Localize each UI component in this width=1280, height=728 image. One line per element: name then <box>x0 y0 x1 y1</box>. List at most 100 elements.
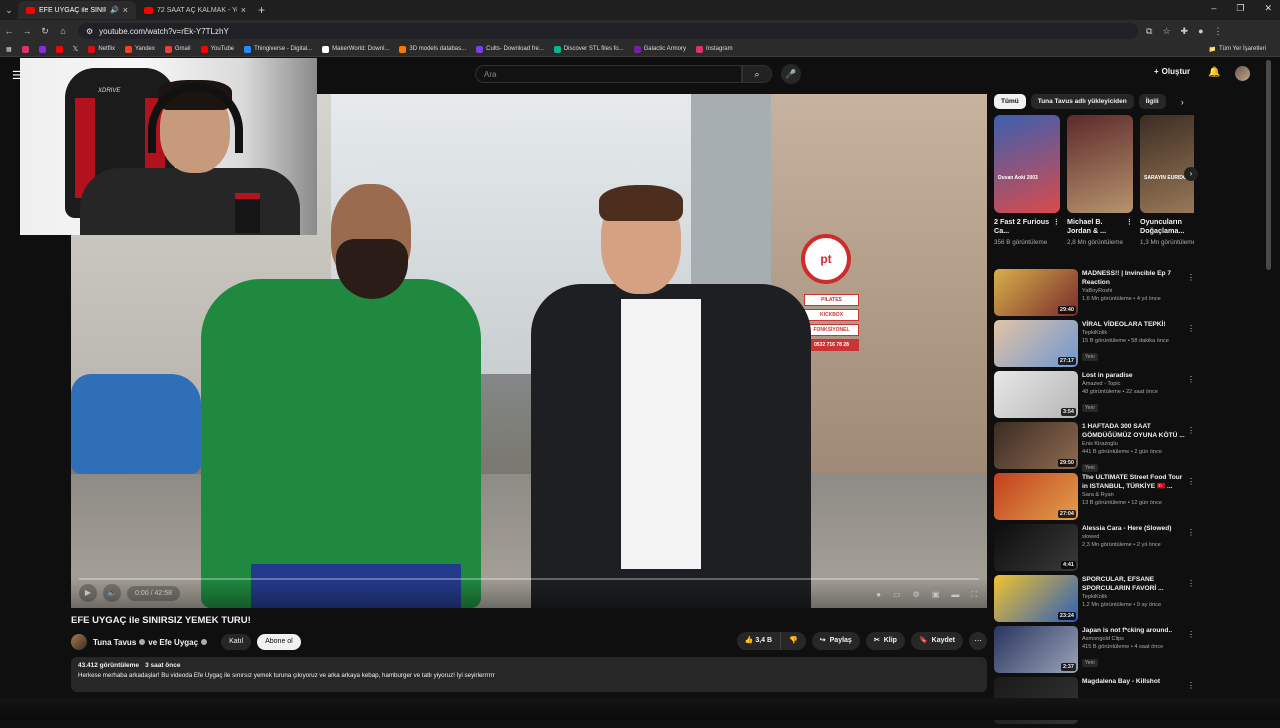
bookmark-instagram[interactable]: Instagram <box>695 45 733 53</box>
bookmark-galactic-armory[interactable]: Galactic Armory <box>633 45 686 53</box>
video-channel[interactable]: Sara & Ryan <box>1082 491 1186 499</box>
bookmark-thingiverse[interactable]: Thingiverse - Digital... <box>244 45 312 53</box>
video-channel[interactable]: Asmongold Clips <box>1082 635 1186 643</box>
maximize-icon[interactable]: ❐ <box>1236 3 1244 14</box>
chip-from-uploader[interactable]: Tuna Tavus adlı yükleyiciden <box>1030 94 1134 109</box>
recommended-video[interactable]: 29:50 1 HAFTADA 300 SAAT GÖMDÜĞÜMÜZ OYUN… <box>994 422 1199 473</box>
short-item[interactable]: Duvan Aoki 2003 2 Fast 2 Furious Ca... ⋮… <box>994 115 1060 247</box>
more-vert-icon[interactable]: ⋮ <box>1187 681 1195 690</box>
video-thumbnail[interactable]: 3:54 <box>994 371 1078 418</box>
video-thumbnail[interactable]: 29:40 <box>994 269 1078 316</box>
video-thumbnail[interactable]: 23:24 <box>994 575 1078 622</box>
autoplay-toggle-icon[interactable]: ● <box>876 590 881 600</box>
bookmark-item[interactable] <box>21 45 29 53</box>
subscribe-button[interactable]: Abone ol <box>257 634 301 650</box>
notifications-bell-icon[interactable]: 🔔 <box>1208 67 1220 78</box>
address-bar[interactable]: ⚙ youtube.com/watch?v=rEk-Y7TLzhY <box>78 23 1138 39</box>
short-item[interactable]: Michael B. Jordan & ... ⋮ 2,8 Mn görüntü… <box>1067 115 1133 247</box>
more-actions-button[interactable]: ⋯ <box>969 632 987 650</box>
video-title[interactable]: Lost in paradise <box>1082 371 1186 380</box>
short-item[interactable]: SARAYIN EURIDON Oyuncuların Doğaçlama...… <box>1140 115 1194 247</box>
bookmark-cults[interactable]: Cults- Download fre... <box>476 45 544 53</box>
page-scrollbar[interactable] <box>1266 60 1271 270</box>
save-button[interactable]: 🔖 Kaydet <box>910 632 963 650</box>
new-tab-button[interactable]: + <box>258 3 265 17</box>
speaker-icon[interactable]: 🔊 <box>110 6 119 14</box>
more-vert-icon[interactable]: ⋮ <box>1126 217 1133 236</box>
bookmark-item[interactable] <box>38 45 46 53</box>
settings-gear-icon[interactable]: ⚙ <box>913 590 920 600</box>
more-vert-icon[interactable]: ⋮ <box>1187 477 1195 486</box>
short-title[interactable]: Michael B. Jordan & ... <box>1067 217 1126 236</box>
play-icon[interactable]: ▶ <box>79 584 97 602</box>
tab-search-icon[interactable]: ⌄ <box>0 5 18 16</box>
bookmark-stl[interactable]: Discover STL files fo... <box>553 45 624 53</box>
account-avatar[interactable] <box>1235 66 1250 81</box>
close-window-icon[interactable]: ✕ <box>1264 3 1272 14</box>
progress-bar[interactable] <box>79 578 979 580</box>
create-button[interactable]: + Oluştur <box>1154 67 1190 76</box>
video-title[interactable]: The ULTIMATE Street Food Tour in ISTANBU… <box>1082 473 1186 491</box>
channel-name-collab[interactable]: ve Efe Uygaç <box>148 638 198 647</box>
recommended-video[interactable]: 29:40 MADNESS!! | Invincible Ep 7 Reacti… <box>994 269 1199 320</box>
install-app-icon[interactable]: ⧉ <box>1146 26 1152 37</box>
close-tab-icon[interactable]: × <box>241 5 246 15</box>
bookmark-star-icon[interactable]: ☆ <box>1162 26 1170 37</box>
short-thumbnail[interactable]: Duvan Aoki 2003 <box>994 115 1060 213</box>
bookmark-youtube[interactable]: YouTube <box>200 45 234 53</box>
video-thumbnail[interactable]: 2:37 <box>994 626 1078 673</box>
dislike-button[interactable]: 👎 <box>780 632 806 650</box>
share-button[interactable]: ↪ Paylaş <box>811 632 860 650</box>
bookmark-yandex[interactable]: Yandex <box>124 45 155 53</box>
profile-icon[interactable]: ● <box>1198 26 1203 37</box>
theater-mode-icon[interactable]: ▬ <box>951 590 959 600</box>
search-input[interactable]: Ara <box>475 65 742 83</box>
browser-tab-active[interactable]: EFE UYGAÇ ile SINIRSIZ YE... 🔊 × <box>18 1 136 19</box>
all-bookmarks[interactable]: 📁 Tüm Yer İşaretleri <box>1208 46 1266 53</box>
bookmark-netflix[interactable]: Netflix <box>88 45 115 53</box>
voice-search-button[interactable]: 🎤 <box>781 64 801 84</box>
more-vert-icon[interactable]: ⋮ <box>1187 375 1195 384</box>
video-thumbnail[interactable]: 4:41 <box>994 524 1078 571</box>
subtitles-icon[interactable]: ▭ <box>893 590 901 600</box>
volume-icon[interactable]: 🔈 <box>103 584 121 602</box>
channel-name[interactable]: Tuna Tavus <box>93 638 136 647</box>
video-title[interactable]: Japan is not f*cking around.. <box>1082 626 1186 635</box>
reload-icon[interactable]: ↻ <box>36 26 54 37</box>
more-vert-icon[interactable]: ⋮ <box>1187 579 1195 588</box>
more-vert-icon[interactable]: ⋮ <box>1187 528 1195 537</box>
short-title[interactable]: Oyuncuların Doğaçlama... <box>1140 217 1194 236</box>
site-info-icon[interactable]: ⚙ <box>86 27 93 36</box>
more-vert-icon[interactable]: ⋮ <box>1187 630 1195 639</box>
video-channel[interactable]: YaBoyRoshi <box>1082 287 1186 295</box>
more-vert-icon[interactable]: ⋮ <box>1187 273 1195 282</box>
bookmark-makerworld[interactable]: MakerWorld: Downl... <box>322 45 389 53</box>
bookmark-item[interactable] <box>55 45 63 53</box>
more-vert-icon[interactable]: ⋮ <box>1053 217 1060 236</box>
description-box[interactable]: 43.412 görüntüleme 3 saat önce Herkese m… <box>71 657 987 692</box>
chevron-right-icon[interactable]: › <box>1181 97 1184 107</box>
short-thumbnail[interactable] <box>1067 115 1133 213</box>
video-channel[interactable]: TepkiKolik <box>1082 593 1186 601</box>
video-title[interactable]: MADNESS!! | Invincible Ep 7 Reaction <box>1082 269 1186 287</box>
video-thumbnail[interactable]: 27:04 <box>994 473 1078 520</box>
video-title[interactable]: Magdalena Bay - Killshot <box>1082 677 1186 686</box>
shorts-next-button[interactable]: › <box>1184 167 1198 181</box>
chip-related[interactable]: İlgili <box>1138 94 1166 109</box>
chrome-menu-icon[interactable]: ⋮ <box>1214 26 1223 37</box>
join-button[interactable]: Katıl <box>221 634 252 650</box>
more-vert-icon[interactable]: ⋮ <box>1187 426 1195 435</box>
video-title[interactable]: Alessia Cara - Here (Slowed) <box>1082 524 1186 533</box>
video-channel[interactable]: Enis Kirazoglu <box>1082 440 1186 448</box>
bookmark-item[interactable]: 𝕏 <box>73 45 79 53</box>
apps-grid-icon[interactable]: ▦ <box>6 46 12 53</box>
like-button[interactable]: 👍 3,4 B <box>737 632 780 650</box>
miniplayer-icon[interactable]: ▣ <box>932 590 940 600</box>
minimize-icon[interactable]: – <box>1211 3 1216 14</box>
short-title[interactable]: 2 Fast 2 Furious Ca... <box>994 217 1053 236</box>
chip-all[interactable]: Tümü <box>994 94 1026 109</box>
video-channel[interactable]: slowed <box>1082 533 1186 541</box>
short-thumbnail[interactable]: SARAYIN EURIDON <box>1140 115 1194 213</box>
extensions-icon[interactable]: ✚ <box>1181 26 1189 37</box>
video-title[interactable]: VİRAL VİDEOLARA TEPKİ! <box>1082 320 1186 329</box>
